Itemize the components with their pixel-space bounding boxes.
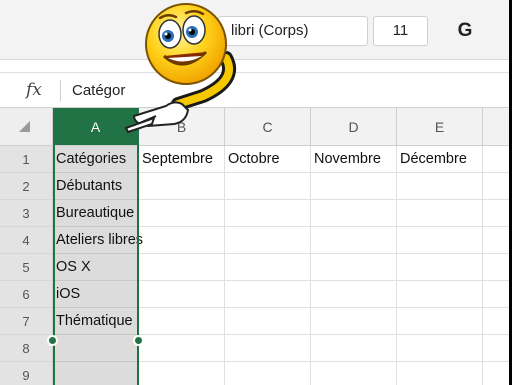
cell-e5[interactable] <box>397 254 483 281</box>
column-header-a[interactable]: A <box>53 108 139 146</box>
cell-e8[interactable] <box>397 335 483 362</box>
cell-c8[interactable] <box>225 335 311 362</box>
cell-a3[interactable]: Bureautique <box>53 200 139 227</box>
column-header-b[interactable]: B <box>139 108 225 146</box>
cell-d4[interactable] <box>311 227 397 254</box>
cell-c9[interactable] <box>225 362 311 385</box>
sheet-grid: A B C D E 1 2 3 4 5 6 7 8 9 Catégories S… <box>0 108 512 385</box>
cell-c1[interactable]: Octobre <box>225 146 311 173</box>
cell-b7[interactable] <box>139 308 225 335</box>
selection-handle-left[interactable] <box>47 335 58 346</box>
font-name-dropdown[interactable]: libri (Corps) <box>218 16 368 46</box>
row-header-4[interactable]: 4 <box>0 227 53 254</box>
cell-b3[interactable] <box>139 200 225 227</box>
cell-b6[interactable] <box>139 281 225 308</box>
bold-button[interactable]: G <box>446 16 484 46</box>
cell-a2[interactable]: Débutants <box>53 173 139 200</box>
cell-c7[interactable] <box>225 308 311 335</box>
cell-c3[interactable] <box>225 200 311 227</box>
cell-b4[interactable] <box>139 227 225 254</box>
row-header-6[interactable]: 6 <box>0 281 53 308</box>
cell-a7[interactable]: Thématique <box>53 308 139 335</box>
cell-a1[interactable]: Catégories <box>53 146 139 173</box>
cell-b9[interactable] <box>139 362 225 385</box>
cell-f9[interactable] <box>483 362 512 385</box>
cell-e9[interactable] <box>397 362 483 385</box>
cell-a4[interactable]: Ateliers libres <box>53 227 143 254</box>
selection-handle-right[interactable] <box>133 335 144 346</box>
cell-d6[interactable] <box>311 281 397 308</box>
cell-c5[interactable] <box>225 254 311 281</box>
row-header-7[interactable]: 7 <box>0 308 53 335</box>
formula-separator <box>60 80 61 102</box>
cell-f2[interactable] <box>483 173 512 200</box>
row-header-8[interactable]: 8 <box>0 335 53 362</box>
row-header-5[interactable]: 5 <box>0 254 53 281</box>
cell-f5[interactable] <box>483 254 512 281</box>
format-toolbar: libri (Corps) 11 G <box>0 0 512 60</box>
select-all-icon <box>19 121 30 132</box>
column-header-d[interactable]: D <box>311 108 397 146</box>
font-size-dropdown[interactable]: 11 <box>373 16 428 46</box>
cell-a8[interactable] <box>53 335 139 362</box>
row-header-3[interactable]: 3 <box>0 200 53 227</box>
cell-e3[interactable] <box>397 200 483 227</box>
cell-a5[interactable]: OS X <box>53 254 139 281</box>
row-header-2[interactable]: 2 <box>0 173 53 200</box>
cell-f4[interactable] <box>483 227 512 254</box>
row-header-9[interactable]: 9 <box>0 362 53 385</box>
cell-e2[interactable] <box>397 173 483 200</box>
cell-b5[interactable] <box>139 254 225 281</box>
cell-e7[interactable] <box>397 308 483 335</box>
cell-f3[interactable] <box>483 200 512 227</box>
cell-d8[interactable] <box>311 335 397 362</box>
cell-a6[interactable]: iOS <box>53 281 139 308</box>
formula-input[interactable]: Catégor <box>72 82 125 99</box>
cell-e6[interactable] <box>397 281 483 308</box>
cell-b1[interactable]: Septembre <box>139 146 225 173</box>
cell-b8[interactable] <box>139 335 225 362</box>
cell-e1[interactable]: Décembre <box>397 146 483 173</box>
cell-c4[interactable] <box>225 227 311 254</box>
cell-d5[interactable] <box>311 254 397 281</box>
column-header-f[interactable] <box>483 108 512 146</box>
cell-d9[interactable] <box>311 362 397 385</box>
column-header-e[interactable]: E <box>397 108 483 146</box>
cell-c6[interactable] <box>225 281 311 308</box>
cell-b2[interactable] <box>139 173 225 200</box>
cell-d3[interactable] <box>311 200 397 227</box>
cell-d2[interactable] <box>311 173 397 200</box>
fx-icon[interactable]: fx <box>26 80 42 100</box>
cell-a9[interactable] <box>53 362 139 385</box>
spreadsheet-app: libri (Corps) 11 G fx Catégor A B C D E … <box>0 0 512 385</box>
cell-e4[interactable] <box>397 227 483 254</box>
cell-c2[interactable] <box>225 173 311 200</box>
cell-f6[interactable] <box>483 281 512 308</box>
row-header-1[interactable]: 1 <box>0 146 53 173</box>
cell-d7[interactable] <box>311 308 397 335</box>
column-header-c[interactable]: C <box>225 108 311 146</box>
cell-f8[interactable] <box>483 335 512 362</box>
cell-f1[interactable] <box>483 146 512 173</box>
cell-f7[interactable] <box>483 308 512 335</box>
formula-bar: fx Catégor <box>0 72 512 108</box>
select-all-corner[interactable] <box>0 108 53 146</box>
cell-d1[interactable]: Novembre <box>311 146 397 173</box>
